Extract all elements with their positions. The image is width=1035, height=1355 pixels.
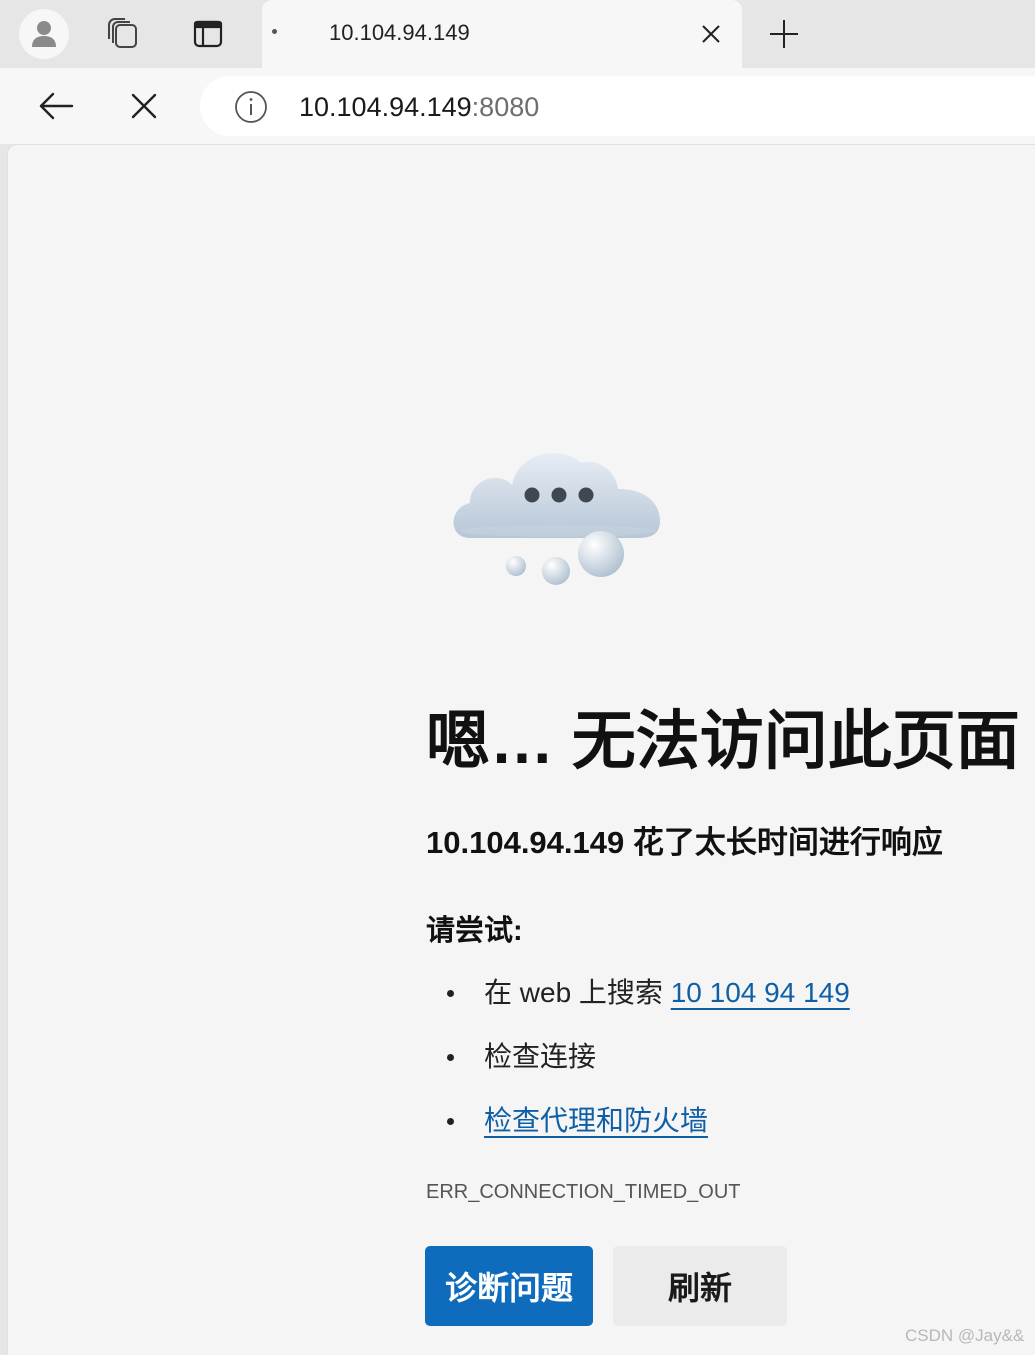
search-prefix: 在 web 上搜索 bbox=[484, 977, 671, 1008]
tab-close-button[interactable] bbox=[694, 17, 728, 51]
list-item: 在 web 上搜索 10 104 94 149 bbox=[442, 973, 850, 1037]
page-title: 嗯… 无法访问此页面 bbox=[426, 705, 1020, 777]
error-subtitle: 10.104.94.149 花了太长时间进行响应 bbox=[426, 825, 943, 860]
back-arrow-icon bbox=[39, 92, 74, 120]
workspaces-icon bbox=[108, 18, 137, 48]
address-bar[interactable]: 10.104.94.149:8080 bbox=[200, 76, 1035, 136]
loading-dot-icon bbox=[272, 29, 277, 34]
cloud-dot-3 bbox=[578, 487, 594, 503]
tab-strip: 10.104.94.149 bbox=[0, 0, 1035, 68]
list-item: 检查代理和防火墙 bbox=[442, 1101, 850, 1165]
site-info-button[interactable] bbox=[234, 90, 268, 124]
vertical-tabs-icon bbox=[193, 20, 223, 48]
toolbar: 10.104.94.149:8080 bbox=[0, 68, 1035, 144]
plus-icon bbox=[770, 20, 798, 48]
stop-icon bbox=[131, 93, 157, 119]
bullet-icon bbox=[447, 1118, 454, 1125]
error-code: ERR_CONNECTION_TIMED_OUT bbox=[426, 1181, 741, 1203]
url-host: 10.104.94.149 bbox=[299, 92, 472, 122]
close-icon bbox=[702, 25, 720, 43]
stop-button[interactable] bbox=[118, 80, 170, 132]
profile-icon bbox=[32, 21, 56, 47]
info-icon bbox=[235, 91, 267, 123]
cloud-dot-1 bbox=[524, 487, 540, 503]
tab-title: 10.104.94.149 bbox=[329, 20, 470, 45]
diagnose-button[interactable]: 诊断问题 bbox=[425, 1246, 593, 1326]
vertical-tabs-button[interactable] bbox=[182, 9, 234, 59]
url-port: :8080 bbox=[471, 92, 540, 122]
bullet-icon bbox=[447, 1054, 454, 1061]
bullet-icon bbox=[447, 990, 454, 997]
new-tab-button[interactable] bbox=[760, 12, 808, 56]
cloud-dot-2 bbox=[551, 487, 567, 503]
proxy-firewall-link[interactable]: 检查代理和防火墙 bbox=[484, 1105, 708, 1136]
watermark: CSDN @Jay&& bbox=[905, 1326, 1025, 1345]
try-heading: 请尝试: bbox=[426, 915, 523, 947]
cloud-error-icon bbox=[453, 453, 660, 585]
profile-button[interactable] bbox=[18, 9, 70, 59]
check-connection-text: 检查连接 bbox=[484, 1041, 597, 1072]
web-search-link[interactable]: 10 104 94 149 bbox=[671, 977, 850, 1008]
workspaces-button[interactable] bbox=[97, 9, 149, 59]
active-tab[interactable]: 10.104.94.149 bbox=[262, 0, 742, 68]
refresh-button[interactable]: 刷新 bbox=[613, 1246, 787, 1326]
back-button[interactable] bbox=[30, 80, 82, 132]
page-content: 嗯… 无法访问此页面 10.104.94.149 花了太长时间进行响应 请尝试:… bbox=[7, 144, 1035, 1355]
suggestion-list: 在 web 上搜索 10 104 94 149 检查连接 检查代理和防火墙 bbox=[442, 973, 850, 1165]
avatar bbox=[19, 9, 69, 59]
url-text: 10.104.94.149:8080 bbox=[299, 90, 539, 124]
list-item: 检查连接 bbox=[442, 1037, 850, 1101]
